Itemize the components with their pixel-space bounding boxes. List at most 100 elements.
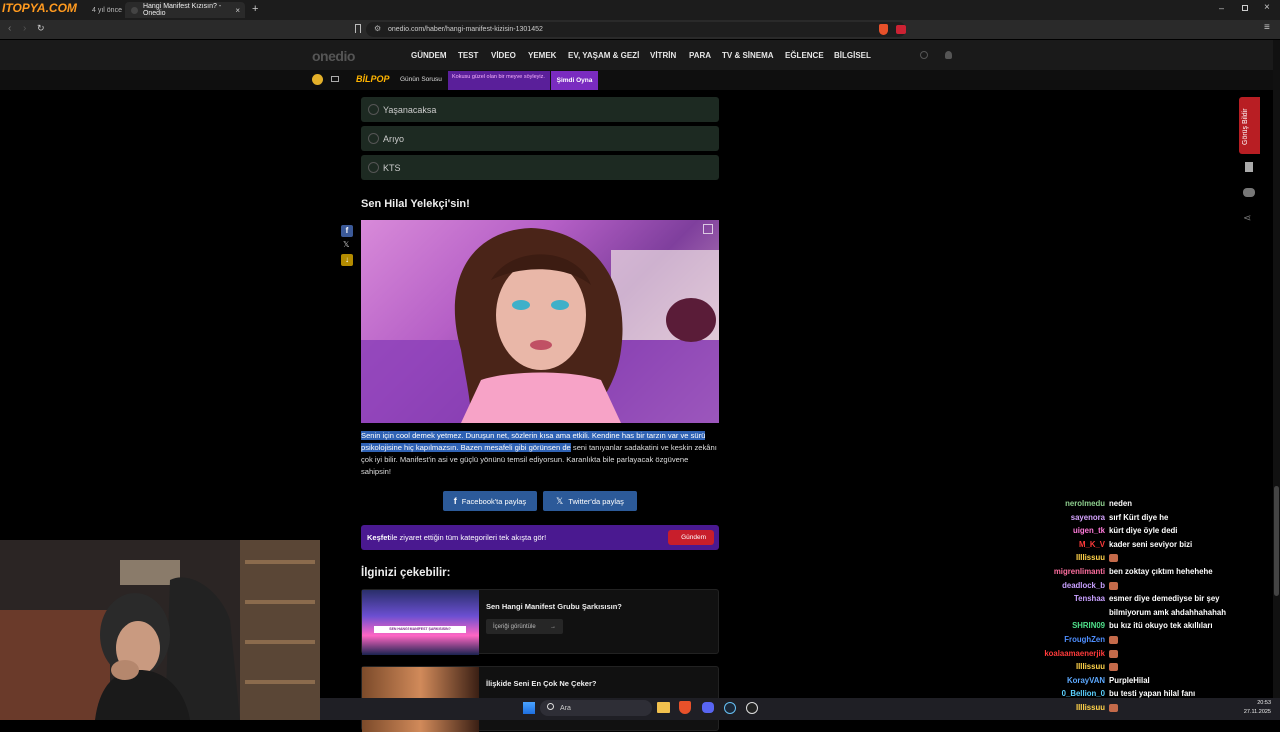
chat-username[interactable]: IIIIissuu [1076, 662, 1105, 671]
page-scrollbar[interactable] [1273, 40, 1280, 698]
chat-username[interactable]: nerolmedu [1065, 499, 1105, 508]
facebook-share-button[interactable]: f Facebook'ta paylaş [443, 491, 537, 511]
quiz-option-label: Yaşanacaksa [383, 104, 437, 115]
nav-item-tv-sinema[interactable]: TV & SİNEMA [722, 51, 774, 60]
feedback-tab[interactable]: Görüş Bildir [1239, 97, 1260, 154]
chat-username[interactable]: 0_Bellion_0 [1062, 689, 1105, 698]
bookmark-icon[interactable] [355, 24, 361, 33]
quiz-option-label: KTS [383, 162, 401, 173]
chat-username[interactable]: migrenlimanti [1054, 567, 1105, 576]
chat-username[interactable]: uigen_tk [1073, 526, 1105, 535]
forward-icon[interactable]: › [23, 23, 26, 34]
quiz-option[interactable]: KTS [361, 155, 719, 180]
search-icon [547, 703, 554, 710]
tab-previous[interactable]: 4 yıl önce [86, 2, 124, 18]
file-explorer-icon[interactable] [657, 702, 670, 713]
expand-icon[interactable] [703, 224, 713, 234]
chat-username[interactable]: KorayVAN [1067, 676, 1105, 685]
arrow-right-icon: → [550, 623, 556, 630]
tab-active[interactable]: Hangi Manifest Kızısın? - Onedio × [125, 2, 245, 18]
related-card[interactable]: SEN HANGİ MANİFEST ŞARKISISIN? Sen Hangi… [361, 589, 719, 655]
quiz-option[interactable]: Arıyo [361, 126, 719, 151]
chat-username[interactable]: IIIIissuu [1076, 703, 1105, 712]
daily-question-box[interactable]: Kokusu güzel olan bir meyve söyleyiz. [448, 71, 550, 90]
brave-shield-icon[interactable] [879, 24, 888, 35]
maximize-icon[interactable] [1242, 5, 1248, 11]
x-share-icon[interactable]: 𝕏 [343, 240, 349, 249]
steam-icon[interactable] [724, 702, 736, 714]
nav-item-para[interactable]: PARA [689, 51, 711, 60]
chat-username[interactable]: sayenora [1071, 513, 1105, 522]
chat-message: SHRIN09 bu kız itü okuyo tek akıllıları [1000, 621, 1260, 635]
chat-username[interactable]: FroughZen [1064, 635, 1105, 644]
chat-text: neden [1109, 499, 1132, 508]
gundem-badge[interactable]: Gündem [668, 530, 714, 545]
search-icon[interactable] [920, 51, 928, 59]
chat-message: migrenlimanti ben zoktay çıktım hehehehe [1000, 567, 1260, 581]
daily-question-label: Günün Sorusu [400, 76, 442, 83]
chat-message: 0_Bellion_0 bu testi yapan hilal fanı [1000, 689, 1260, 703]
chat-message: nerolmedu neden [1000, 499, 1260, 513]
comment-icon[interactable] [1243, 188, 1255, 197]
share-icon[interactable]: ⋖ [1243, 213, 1251, 224]
minimize-icon[interactable]: – [1219, 3, 1224, 13]
chat-username[interactable]: IIIIissuu [1076, 553, 1105, 562]
menu-icon[interactable]: ≡ [1264, 22, 1270, 33]
twitter-share-button[interactable]: 𝕏 Twitter'da paylaş [543, 491, 637, 511]
nav-item-eglence[interactable]: EĞLENCE [785, 51, 824, 60]
close-tab-icon[interactable]: × [235, 6, 240, 15]
facebook-share-icon[interactable]: f [341, 225, 353, 237]
quiz-option[interactable]: Yaşanacaksa [361, 97, 719, 122]
chat-username[interactable]: Tenshaa [1074, 594, 1105, 603]
obs-icon[interactable] [746, 702, 758, 714]
chat-message: uigen_tk kürt diye öyle dedi [1000, 526, 1260, 540]
play-now-button[interactable]: Şimdi Oyna [551, 71, 598, 90]
emote-icon [1109, 554, 1118, 563]
daily-question-text: Kokusu güzel olan bir meyve söyleyiz. [452, 74, 545, 80]
site-logo[interactable]: onedio [312, 48, 355, 64]
feedback-label: Görüş Bildir [1242, 108, 1249, 145]
user-icon[interactable] [945, 51, 952, 59]
brave-rewards-icon[interactable] [896, 25, 906, 34]
emoji-icon[interactable] [312, 74, 323, 85]
nav-item-gundem[interactable]: GÜNDEM [411, 51, 447, 60]
explore-banner[interactable]: Keşfet ile ziyaret ettiğin tüm kategoril… [361, 525, 719, 550]
nav-item-vitrin[interactable]: VİTRİN [650, 51, 676, 60]
brave-browser-icon[interactable] [679, 701, 691, 714]
chat-username[interactable]: SHRIN09 [1072, 621, 1105, 630]
bookmark-side-icon[interactable] [1245, 162, 1253, 172]
windows-start-icon[interactable] [523, 702, 535, 714]
close-window-icon[interactable]: × [1264, 2, 1270, 13]
taskbar-search[interactable]: Ara [540, 700, 652, 716]
new-tab-icon[interactable]: + [252, 3, 258, 15]
nav-item-yemek[interactable]: YEMEK [528, 51, 556, 60]
reload-icon[interactable]: ↻ [37, 23, 45, 34]
view-content-button[interactable]: İçeriği görüntüle → [486, 619, 563, 634]
chat-username[interactable]: deadlock_b [1062, 581, 1105, 590]
nav-item-video[interactable]: VİDEO [491, 51, 516, 60]
facebook-share-label: Facebook'ta paylaş [461, 496, 527, 506]
scrollbar-thumb[interactable] [1274, 486, 1279, 596]
chat-username[interactable]: koalaamaenerjik [1044, 649, 1105, 658]
nav-item-bilgisel[interactable]: BİLGİSEL [834, 51, 871, 60]
emote-icon [1109, 581, 1118, 590]
nav-item-ev-yasam[interactable]: EV, YAŞAM & GEZİ [568, 51, 639, 60]
bilpop-logo[interactable]: BİLPOP [356, 74, 390, 84]
discord-icon[interactable] [702, 702, 714, 713]
download-icon[interactable]: ↓ [341, 254, 353, 266]
radio-circle [368, 104, 379, 115]
back-icon[interactable]: ‹ [8, 23, 11, 34]
tv-icon[interactable] [331, 76, 339, 82]
site-info-icon: ⚙ [374, 24, 382, 33]
webcam-overlay [0, 540, 320, 720]
nav-item-test[interactable]: TEST [458, 51, 478, 60]
explore-bold: Keşfet [367, 533, 390, 542]
explore-text: ile ziyaret ettiğin tüm kategorileri tek… [389, 533, 547, 542]
url-field[interactable]: ⚙ onedio.com/haber/hangi-manifest-kizisi… [366, 22, 906, 37]
radio-circle [368, 162, 379, 173]
chat-username[interactable]: M_K_V [1079, 540, 1105, 549]
result-description: Senin için cool demek yetmez. Duruşun ne… [361, 430, 719, 478]
webcam-scene [0, 540, 320, 720]
facebook-icon: f [453, 496, 457, 506]
emote-icon [1109, 704, 1118, 712]
